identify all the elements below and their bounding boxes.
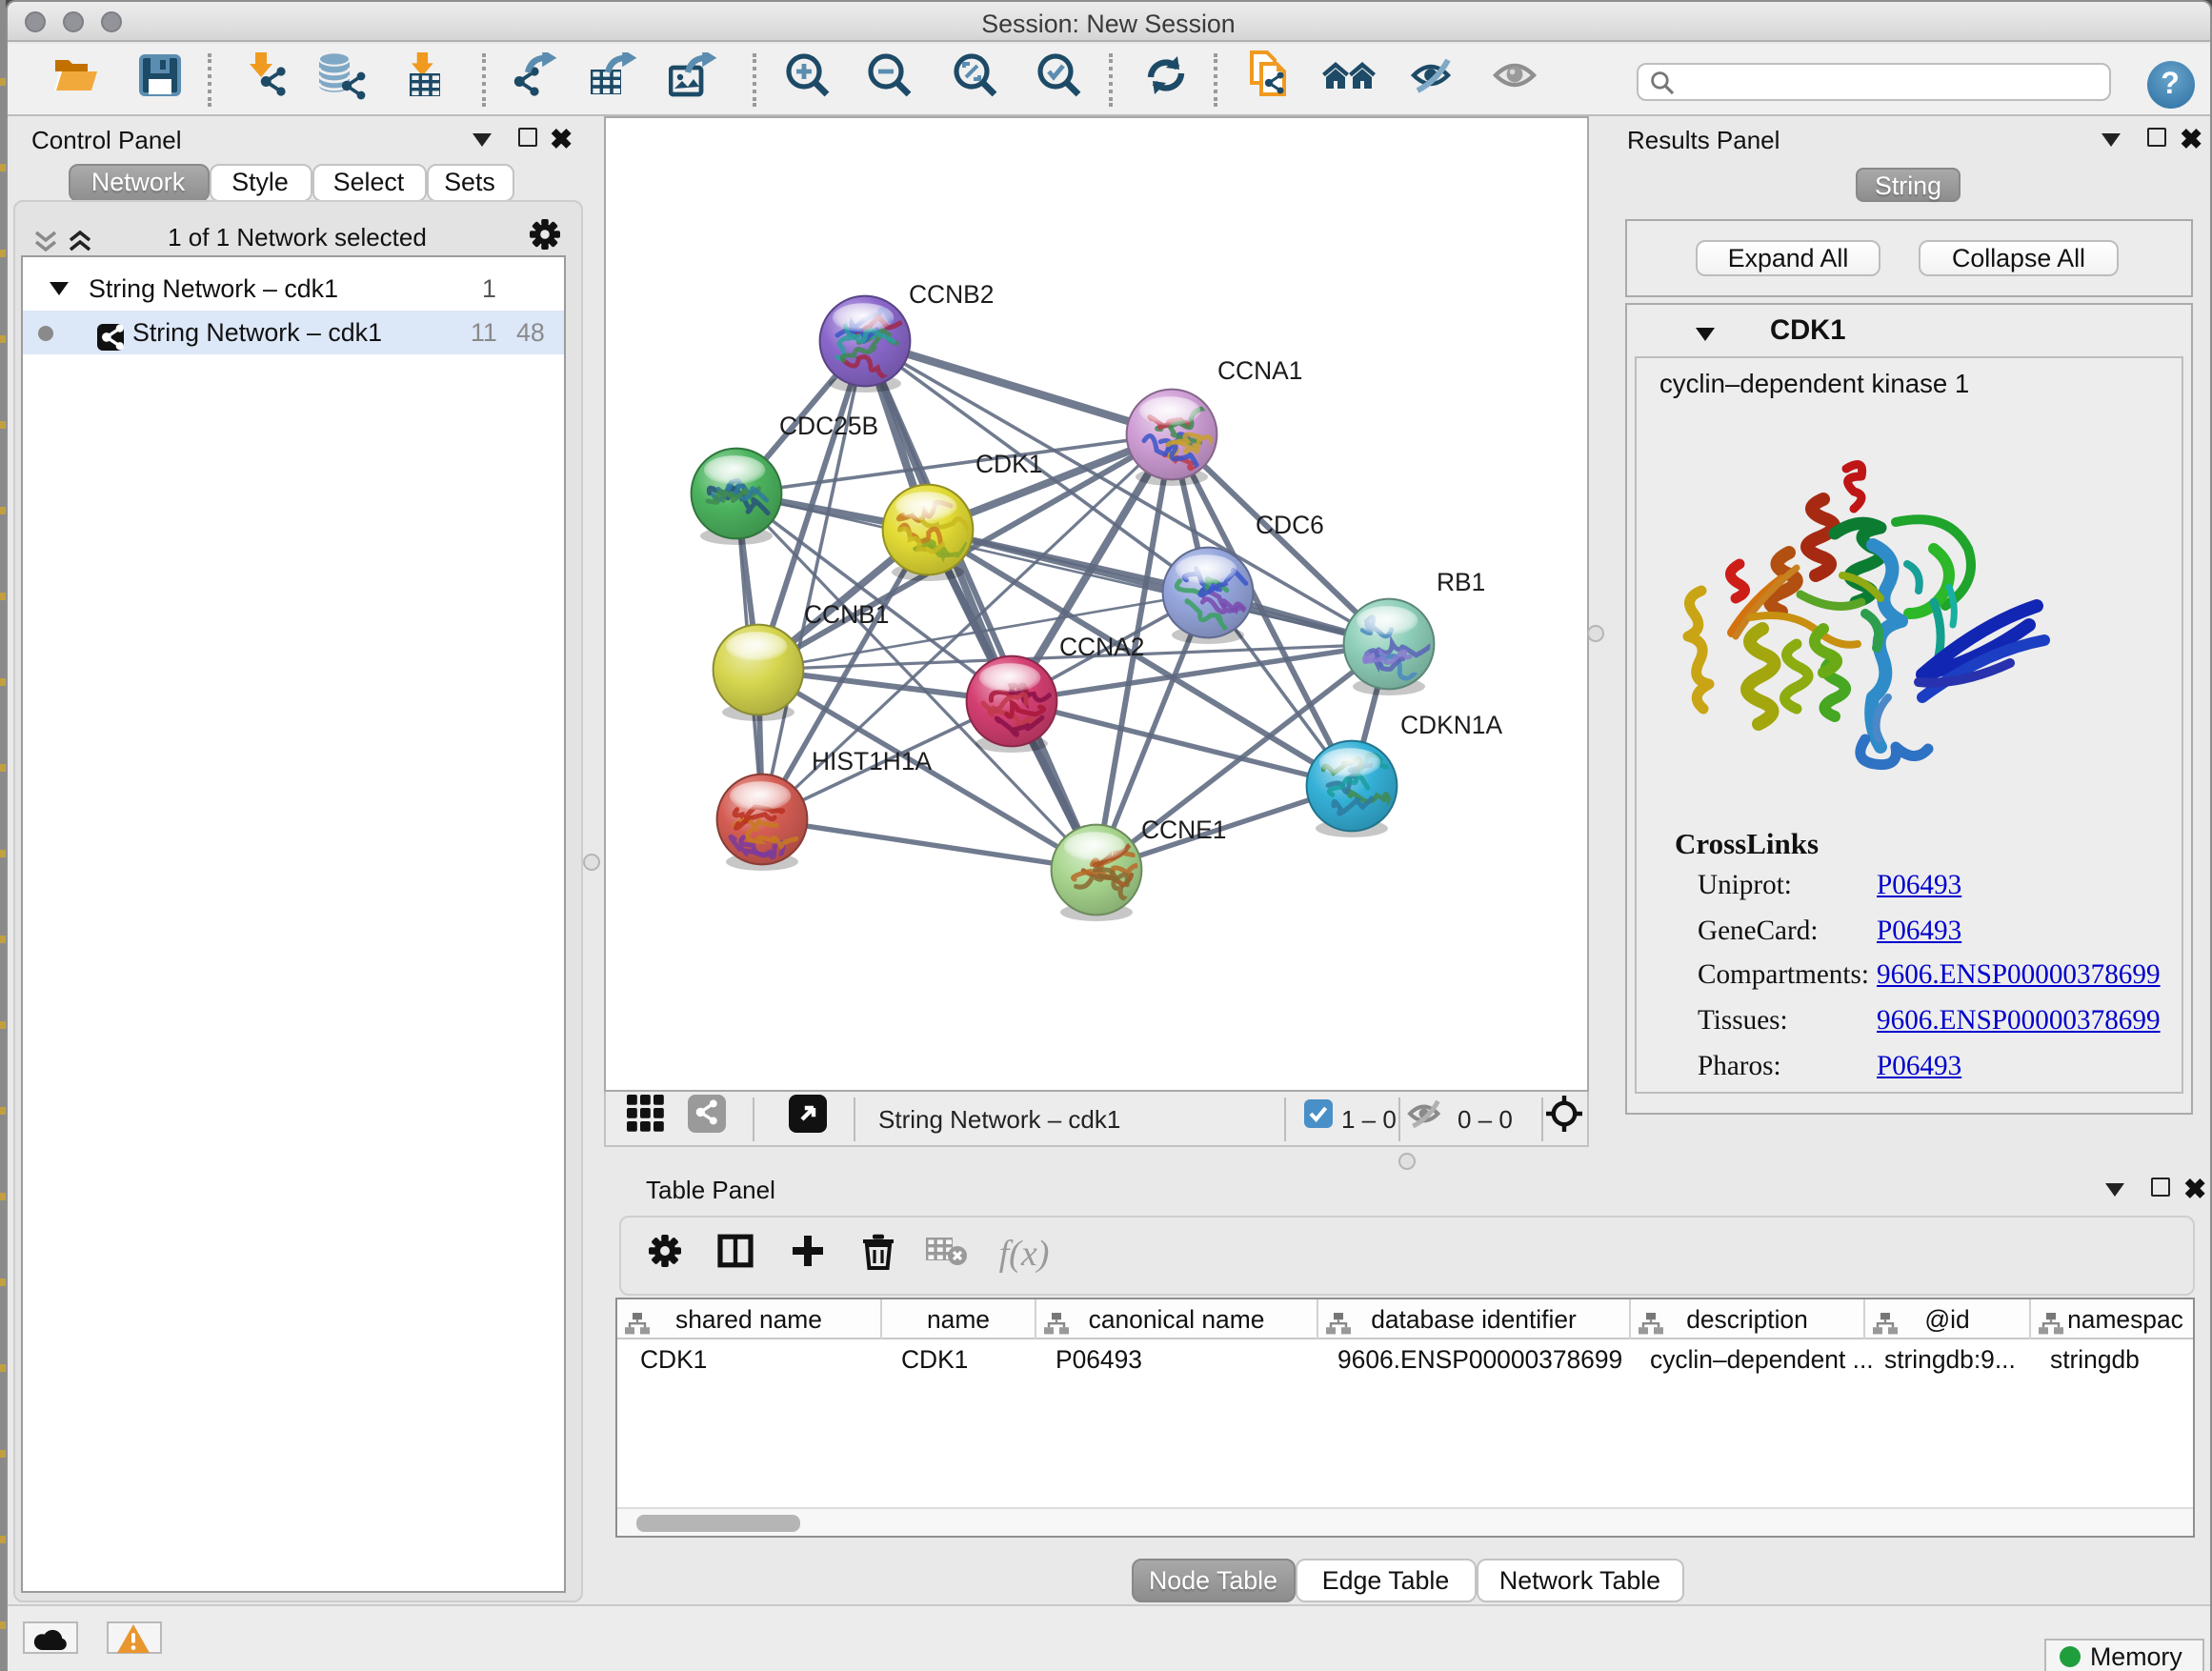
svg-text:CDC6: CDC6 bbox=[1256, 511, 1324, 539]
svg-text:CDK1: CDK1 bbox=[975, 450, 1042, 478]
svg-text:HIST1H1A: HIST1H1A bbox=[812, 747, 933, 775]
svg-text:CCNA2: CCNA2 bbox=[1059, 633, 1144, 661]
svg-text:CCNA1: CCNA1 bbox=[1217, 356, 1302, 385]
svg-text:CCNE1: CCNE1 bbox=[1141, 815, 1226, 844]
svg-text:CCNB1: CCNB1 bbox=[804, 600, 889, 629]
svg-text:CCNB2: CCNB2 bbox=[909, 280, 994, 309]
svg-text:CDC25B: CDC25B bbox=[779, 412, 878, 440]
svg-text:CDKN1A: CDKN1A bbox=[1400, 711, 1502, 739]
svg-text:RB1: RB1 bbox=[1437, 568, 1485, 596]
